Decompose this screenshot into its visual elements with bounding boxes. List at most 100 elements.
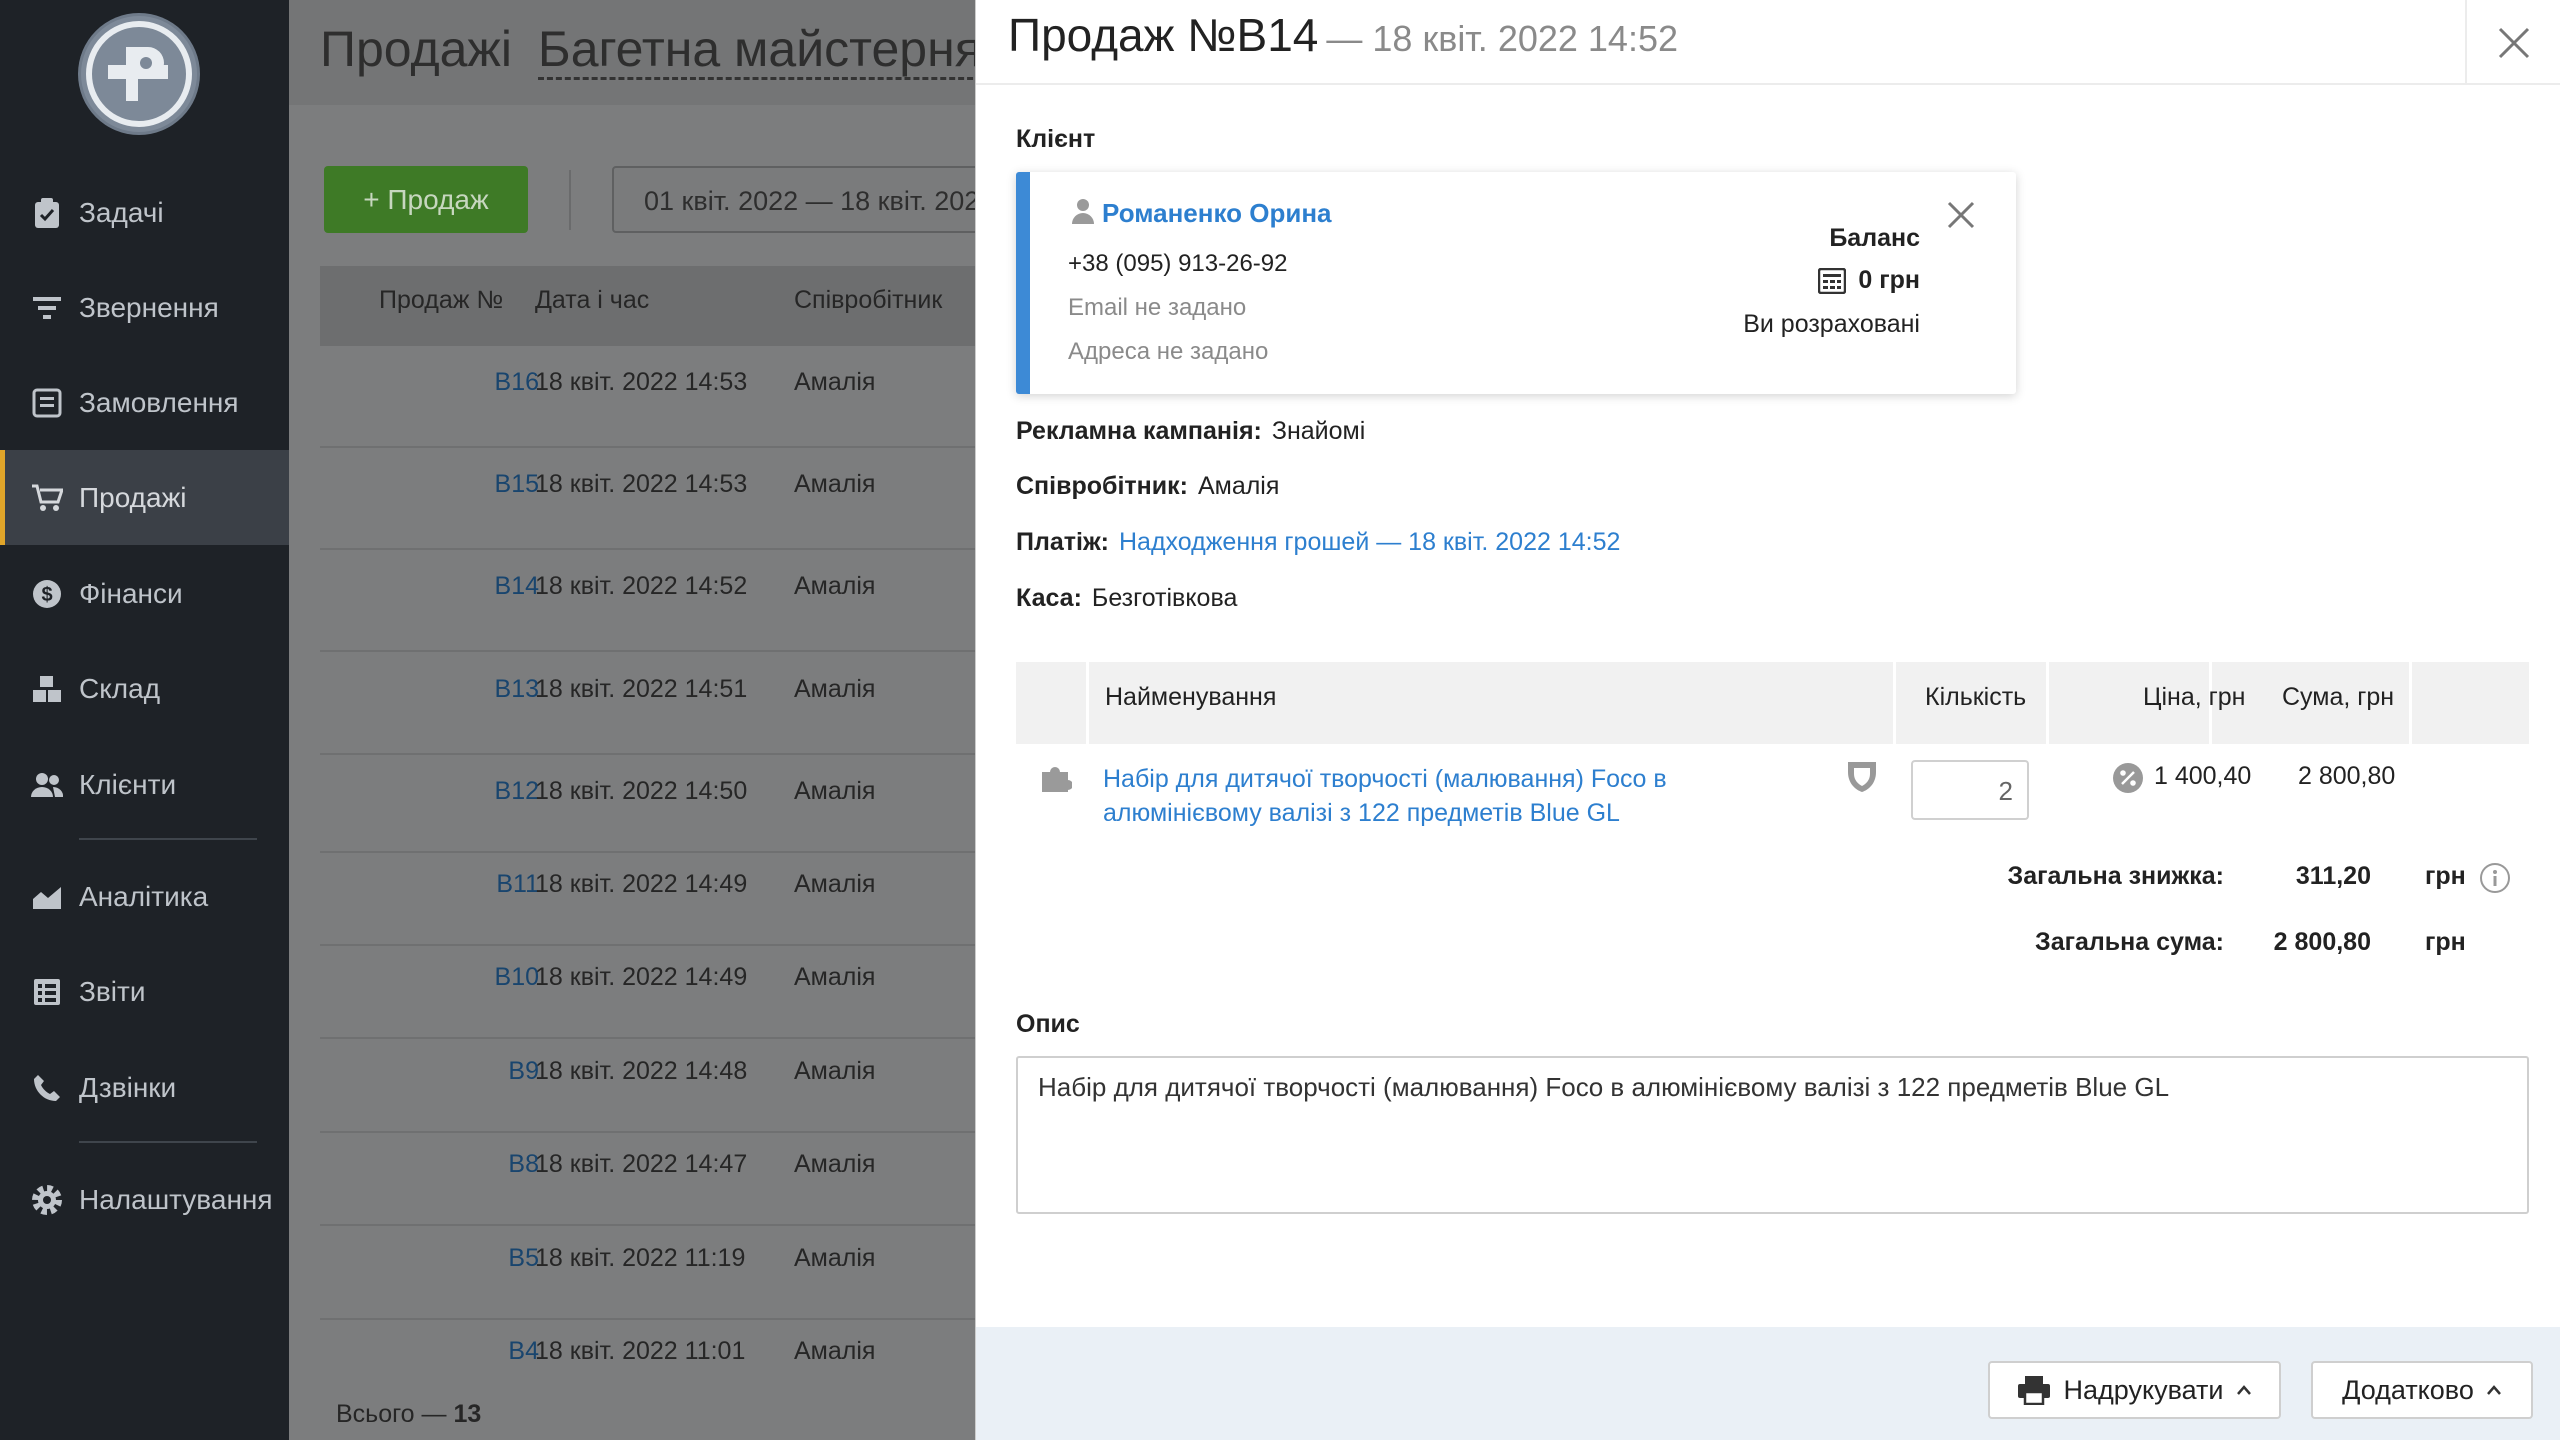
sidebar-item-analytics[interactable]: Аналітика bbox=[0, 849, 289, 944]
close-panel-button[interactable] bbox=[2465, 0, 2560, 85]
sale-datetime: 18 квіт. 2022 14:50 bbox=[535, 777, 748, 805]
chevron-up-icon bbox=[2236, 1385, 2251, 1395]
sale-employee: Амалія bbox=[794, 368, 876, 396]
sale-number-link[interactable]: B11 bbox=[496, 870, 539, 899]
balance-label: Баланс bbox=[1829, 224, 1920, 252]
sale-number-link[interactable]: B12 bbox=[495, 777, 539, 806]
row-divider bbox=[320, 1224, 1020, 1226]
sidebar-item-orders[interactable]: Замовлення bbox=[0, 355, 289, 450]
sidebar-item-settings[interactable]: Налаштування bbox=[0, 1152, 289, 1247]
filter-icon bbox=[30, 291, 64, 325]
sale-employee: Амалія bbox=[794, 1150, 876, 1178]
sale-number-link[interactable]: B14 bbox=[495, 572, 539, 601]
sidebar-item-warehouse[interactable]: Склад bbox=[0, 641, 289, 736]
client-phone[interactable]: +38 (095) 913-26-92 bbox=[1068, 250, 1288, 278]
sale-datetime: 18 квіт. 2022 14:49 bbox=[535, 870, 748, 898]
sidebar-item-clients[interactable]: Клієнти bbox=[0, 737, 289, 832]
sales-list-area: Продажі Багетна майстерня + Продаж 01 кв… bbox=[289, 0, 1020, 1440]
sidebar-item-requests[interactable]: Звернення bbox=[0, 260, 289, 355]
app-logo[interactable] bbox=[78, 13, 200, 135]
sale-number-link[interactable]: B16 bbox=[495, 368, 539, 397]
sidebar: Задачі Звернення Замовлення Продажі $ Фі… bbox=[0, 0, 289, 1440]
total-discount-label: Загальна знижка: bbox=[2007, 862, 2224, 890]
sale-datetime: 18 квіт. 2022 14:52 bbox=[535, 572, 748, 600]
row-divider bbox=[320, 548, 1020, 550]
sale-number-link[interactable]: B15 bbox=[495, 470, 539, 499]
gear-icon bbox=[30, 1183, 64, 1217]
balance-amount: 0 грн bbox=[1858, 266, 1920, 294]
sidebar-item-finance[interactable]: $ Фінанси bbox=[0, 546, 289, 641]
location-selector[interactable]: Багетна майстерня bbox=[537, 21, 982, 80]
sale-number-link[interactable]: B13 bbox=[495, 675, 539, 704]
add-sale-button[interactable]: + Продаж bbox=[324, 166, 528, 233]
total-discount-value: 311,20 bbox=[2295, 862, 2371, 890]
sale-datetime: 18 квіт. 2022 11:19 bbox=[535, 1244, 746, 1272]
row-divider bbox=[320, 650, 1020, 652]
sale-details-panel: Продаж №B14— 18 квіт. 2022 14:52 Клієнт … bbox=[975, 0, 2560, 1440]
column-divider bbox=[1086, 662, 1089, 744]
warranty-shield-icon[interactable] bbox=[1846, 760, 1878, 794]
page-title-text: Продажі bbox=[320, 21, 512, 77]
sale-datetime: 18 квіт. 2022 14:49 bbox=[535, 963, 748, 991]
user-icon bbox=[1072, 199, 1094, 224]
dollar-icon: $ bbox=[30, 577, 64, 611]
quantity-input[interactable]: 2 bbox=[1911, 760, 2029, 820]
client-name-link[interactable]: Романенко Орина bbox=[1102, 198, 1331, 229]
column-header-sum: Сума, грн bbox=[2282, 683, 2395, 711]
sale-datetime: — 18 квіт. 2022 14:52 bbox=[1326, 18, 1678, 59]
phone-icon bbox=[30, 1071, 64, 1105]
print-button[interactable]: Надрукувати bbox=[1988, 1361, 2281, 1419]
grand-total-label: Загальна сума: bbox=[2035, 928, 2224, 956]
sidebar-item-calls[interactable]: Дзвінки bbox=[0, 1040, 289, 1135]
discount-percent-icon[interactable] bbox=[2112, 762, 2144, 794]
panel-header: Продаж №B14— 18 квіт. 2022 14:52 bbox=[976, 0, 2560, 85]
sidebar-item-label: Продажі bbox=[79, 481, 187, 513]
sale-employee: Амалія bbox=[794, 870, 876, 898]
sale-employee: Амалія bbox=[794, 777, 876, 805]
currency-label: грн bbox=[2425, 862, 2466, 890]
sale-number-link[interactable]: B10 bbox=[495, 963, 539, 992]
sidebar-item-label: Дзвінки bbox=[79, 1071, 177, 1103]
sidebar-item-sales[interactable]: Продажі bbox=[0, 450, 289, 545]
column-header-price: Ціна, грн bbox=[2143, 683, 2246, 711]
sidebar-item-label: Звіти bbox=[79, 975, 146, 1007]
sidebar-item-label: Склад bbox=[79, 672, 161, 704]
column-header-date[interactable]: Дата і час bbox=[535, 286, 649, 315]
payment-link[interactable]: Надходження грошей — 18 квіт. 2022 14:52 bbox=[1119, 528, 1620, 556]
date-range-filter[interactable]: 01 квіт. 2022 — 18 квіт. 2022 bbox=[612, 166, 1020, 233]
column-header-name: Найменування bbox=[1105, 683, 1277, 711]
sidebar-item-label: Задачі bbox=[79, 196, 164, 228]
campaign-value: Знайомі bbox=[1271, 417, 1366, 445]
sale-employee: Амалія bbox=[794, 1244, 876, 1272]
sale-datetime: 18 квіт. 2022 14:47 bbox=[535, 1150, 748, 1178]
employee-value: Амалія bbox=[1197, 472, 1280, 500]
client-card: Романенко Орина +38 (095) 913-26-92 Emai… bbox=[1016, 172, 2016, 394]
column-header-employee[interactable]: Співробітник bbox=[794, 286, 942, 315]
column-header-number[interactable]: Продаж № bbox=[379, 286, 503, 315]
balance-value: 0 грн bbox=[1818, 266, 1920, 295]
row-divider bbox=[320, 753, 1020, 755]
sidebar-item-tasks[interactable]: Задачі bbox=[0, 165, 289, 260]
product-name-link[interactable]: Набір для дитячої творчості (малювання) … bbox=[1103, 762, 1703, 830]
product-puzzle-icon bbox=[1042, 767, 1072, 792]
campaign-row: Рекламна кампанія: Знайомі bbox=[1016, 417, 1366, 445]
sale-datetime: 18 квіт. 2022 14:53 bbox=[535, 368, 748, 396]
sidebar-item-label: Аналітика bbox=[79, 880, 209, 912]
sidebar-item-reports[interactable]: Звіти bbox=[0, 944, 289, 1039]
sidebar-item-label: Налаштування bbox=[79, 1183, 273, 1215]
close-icon bbox=[1947, 201, 1975, 229]
balance-status: Ви розраховані bbox=[1743, 310, 1920, 338]
employee-row: Співробітник: Амалія bbox=[1016, 472, 1280, 500]
grand-total-value: 2 800,80 bbox=[2273, 928, 2371, 956]
total-count: Всього — 13 bbox=[336, 1400, 482, 1428]
sale-employee: Амалія bbox=[794, 963, 876, 991]
currency-label: грн bbox=[2425, 928, 2466, 956]
column-divider bbox=[2046, 662, 2049, 744]
row-divider bbox=[320, 851, 1020, 853]
description-textarea[interactable]: Набір для дитячої творчості (малювання) … bbox=[1016, 1056, 2529, 1214]
sale-employee: Амалія bbox=[794, 572, 876, 600]
remove-client-button[interactable] bbox=[1946, 200, 1976, 230]
info-icon[interactable] bbox=[2479, 862, 2511, 894]
more-actions-button[interactable]: Додатково bbox=[2311, 1361, 2533, 1419]
svg-text:$: $ bbox=[41, 584, 52, 606]
